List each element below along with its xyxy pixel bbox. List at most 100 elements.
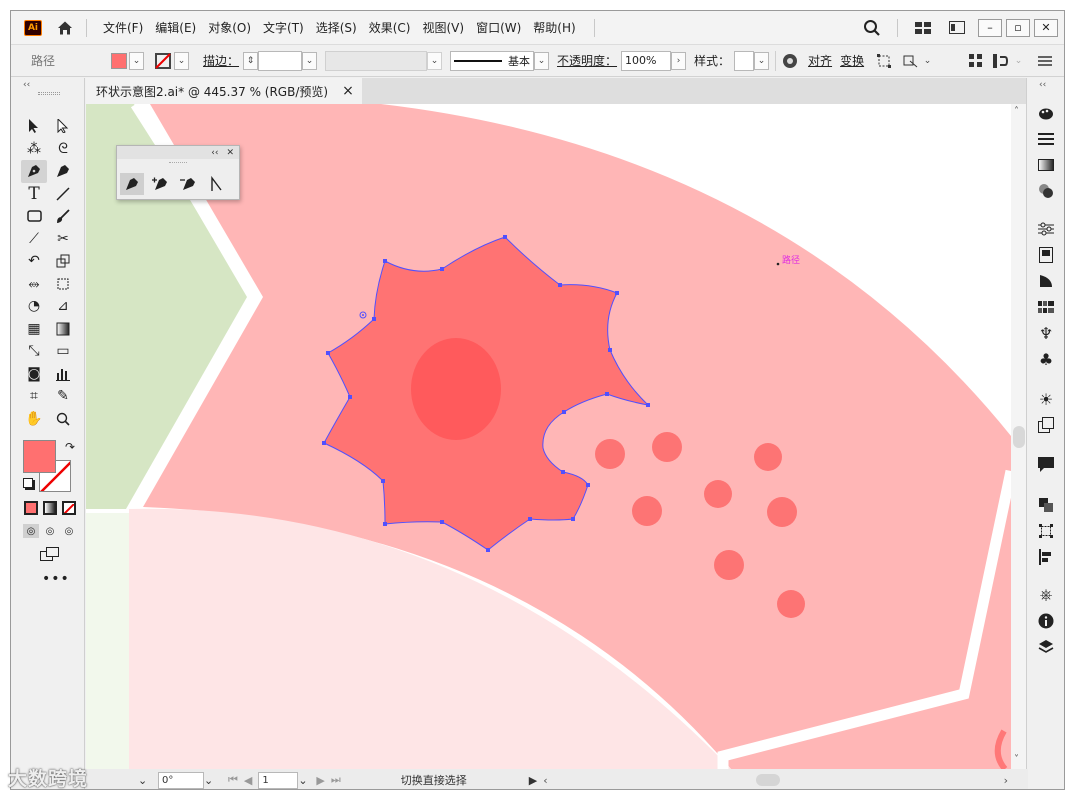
isolate-icon[interactable] — [876, 53, 892, 69]
default-colors-icon[interactable] — [23, 478, 33, 488]
blend-tool-icon[interactable]: ▭ — [50, 340, 76, 363]
appearance-panel-icon[interactable] — [1036, 272, 1056, 290]
stroke-weight-field[interactable] — [258, 50, 303, 71]
magic-wand-icon[interactable]: ⁂ — [21, 138, 47, 161]
column-graph-icon[interactable] — [50, 363, 76, 386]
menu-edit[interactable]: 编辑(E) — [149, 19, 202, 36]
horizontal-scrollbar[interactable] — [556, 773, 996, 787]
horizontal-scroll-thumb[interactable] — [755, 774, 780, 786]
hand-tool-icon[interactable]: ✋ — [21, 408, 47, 431]
flyout-close-icon[interactable]: ✕ — [226, 148, 234, 158]
navigator-icon[interactable]: ⎈ — [1036, 585, 1056, 604]
close-tab-icon[interactable]: × — [342, 83, 354, 99]
stroke-none-icon[interactable] — [154, 52, 172, 70]
menu-effect[interactable]: 效果(C) — [363, 19, 417, 36]
search-icon[interactable] — [861, 17, 883, 39]
stroke-dropdown[interactable]: ⌄ — [174, 51, 189, 70]
rectangle-tool-icon[interactable] — [21, 205, 47, 228]
transform-link[interactable]: 变换 — [840, 52, 864, 69]
layers-panel-icon[interactable] — [1036, 638, 1056, 656]
pen-tool-icon[interactable] — [120, 173, 144, 195]
draw-inside-icon[interactable]: ◎ — [61, 524, 77, 538]
vertical-scroll-thumb[interactable] — [1013, 426, 1025, 448]
swap-fill-stroke-icon[interactable]: ↷ — [65, 440, 75, 454]
width-tool-icon[interactable]: ⥈ — [21, 273, 47, 296]
draw-behind-icon[interactable]: ◎ — [42, 524, 58, 538]
distribute-icon[interactable] — [993, 53, 1011, 68]
opacity-field[interactable]: 100% — [621, 50, 672, 71]
align-link[interactable]: 对齐 — [808, 52, 832, 69]
opacity-arrow[interactable]: › — [671, 51, 687, 70]
document-tab[interactable]: 环状示意图2.ai* @ 445.37 % (RGB/预览) × — [86, 78, 362, 104]
recolor-artwork-icon[interactable] — [782, 53, 798, 69]
rotate-tool-icon[interactable]: ↶ — [21, 250, 47, 273]
stroke-panel-icon[interactable] — [1036, 130, 1056, 148]
scroll-right-arrow[interactable]: › — [1004, 774, 1008, 787]
edit-toolbar-icon[interactable]: ••• — [42, 571, 70, 587]
line-tool-icon[interactable] — [50, 183, 76, 206]
screen-mode-icon[interactable] — [40, 547, 60, 561]
shape-builder-icon[interactable]: ◔ — [21, 295, 47, 318]
stroke-weight-dropdown[interactable]: ⌄ — [302, 51, 318, 70]
minimize-button[interactable]: – — [978, 18, 1002, 37]
vertical-scrollbar[interactable]: ˄ ˅ — [1011, 104, 1027, 769]
delete-anchor-point-icon[interactable] — [176, 173, 200, 195]
toolbar-grip[interactable] — [38, 92, 60, 95]
perspective-grid-icon[interactable]: ⊿ — [50, 295, 76, 318]
stroke-label[interactable]: 描边： — [203, 52, 239, 69]
symbol-sprayer-icon[interactable]: ◙ — [21, 363, 47, 386]
close-window-button[interactable]: ✕ — [1034, 18, 1058, 37]
curvature-tool-icon[interactable] — [50, 160, 76, 183]
libraries-panel-icon[interactable] — [1036, 246, 1056, 264]
free-transform-icon[interactable] — [50, 273, 76, 296]
info-panel-icon[interactable] — [1036, 612, 1056, 630]
properties-panel-icon[interactable] — [1036, 220, 1056, 238]
symbols-panel-icon[interactable]: ♣ — [1036, 350, 1056, 369]
menu-type[interactable]: 文字(T) — [257, 19, 310, 36]
color-mode-icon[interactable] — [24, 501, 38, 515]
distribute-dropdown[interactable]: ⌄ — [1011, 52, 1026, 70]
shaper-tool-icon[interactable]: ⟋ — [21, 228, 47, 251]
style-dropdown[interactable]: ⌄ — [754, 51, 770, 70]
align-panel-icon[interactable] — [1036, 548, 1056, 566]
collapse-toolbar-icon[interactable]: ‹‹ — [23, 80, 30, 90]
artboard-dropdown[interactable]: ⌄ — [298, 774, 312, 787]
graphic-styles-icon[interactable]: ☀ — [1036, 390, 1056, 409]
scroll-up-arrow[interactable]: ˄ — [1014, 106, 1019, 117]
flyout-grip[interactable] — [169, 162, 187, 164]
menu-select[interactable]: 选择(S) — [310, 19, 363, 36]
swatches-panel-icon[interactable] — [1036, 298, 1056, 316]
next-artboard-button[interactable]: ▶ — [316, 774, 324, 787]
dock-collapse-icon[interactable]: ‹‹ — [1039, 80, 1046, 90]
scroll-left-arrow[interactable]: ‹ — [543, 774, 547, 787]
draw-normal-icon[interactable]: ◎ — [23, 524, 39, 538]
last-artboard-button[interactable]: ⏭ — [331, 773, 341, 787]
gradient-panel-icon[interactable] — [1036, 156, 1056, 174]
status-menu-arrow[interactable]: ▶ — [529, 774, 537, 787]
transparency-panel-icon[interactable] — [1036, 182, 1056, 200]
type-tool-icon[interactable]: T — [21, 183, 47, 206]
add-anchor-point-icon[interactable] — [148, 173, 172, 195]
align-options-icon[interactable] — [969, 53, 983, 68]
artboard-canvas[interactable]: 路径 — [86, 104, 1011, 769]
scissors-icon[interactable]: ✂ — [50, 228, 76, 251]
first-artboard-button[interactable]: ⏮ — [228, 773, 238, 787]
workspace-switcher-icon[interactable] — [946, 17, 968, 39]
pen-tool-icon[interactable] — [21, 160, 47, 183]
direct-selection-tool-icon[interactable] — [50, 115, 76, 138]
home-icon[interactable] — [56, 19, 74, 37]
rotation-dropdown[interactable]: ⌄ — [204, 774, 218, 787]
mesh-tool-icon[interactable]: ▦ — [21, 318, 47, 341]
menu-window[interactable]: 窗口(W) — [470, 19, 527, 36]
none-mode-icon[interactable] — [62, 501, 76, 515]
anchor-point-tool-icon[interactable] — [204, 173, 228, 195]
eyedropper-icon[interactable]: ⤡ — [21, 340, 47, 363]
gradient-tool-icon[interactable] — [50, 318, 76, 341]
scroll-down-arrow[interactable]: ˅ — [1014, 754, 1019, 765]
artboard-number-field[interactable]: 1 — [258, 771, 299, 789]
menu-object[interactable]: 对象(O) — [202, 19, 257, 36]
transform-panel-icon[interactable] — [1036, 522, 1056, 540]
brushes-panel-icon[interactable]: ♆ — [1036, 324, 1056, 343]
pathfinder-icon[interactable] — [1036, 496, 1056, 514]
gradient-mode-icon[interactable] — [43, 501, 57, 515]
